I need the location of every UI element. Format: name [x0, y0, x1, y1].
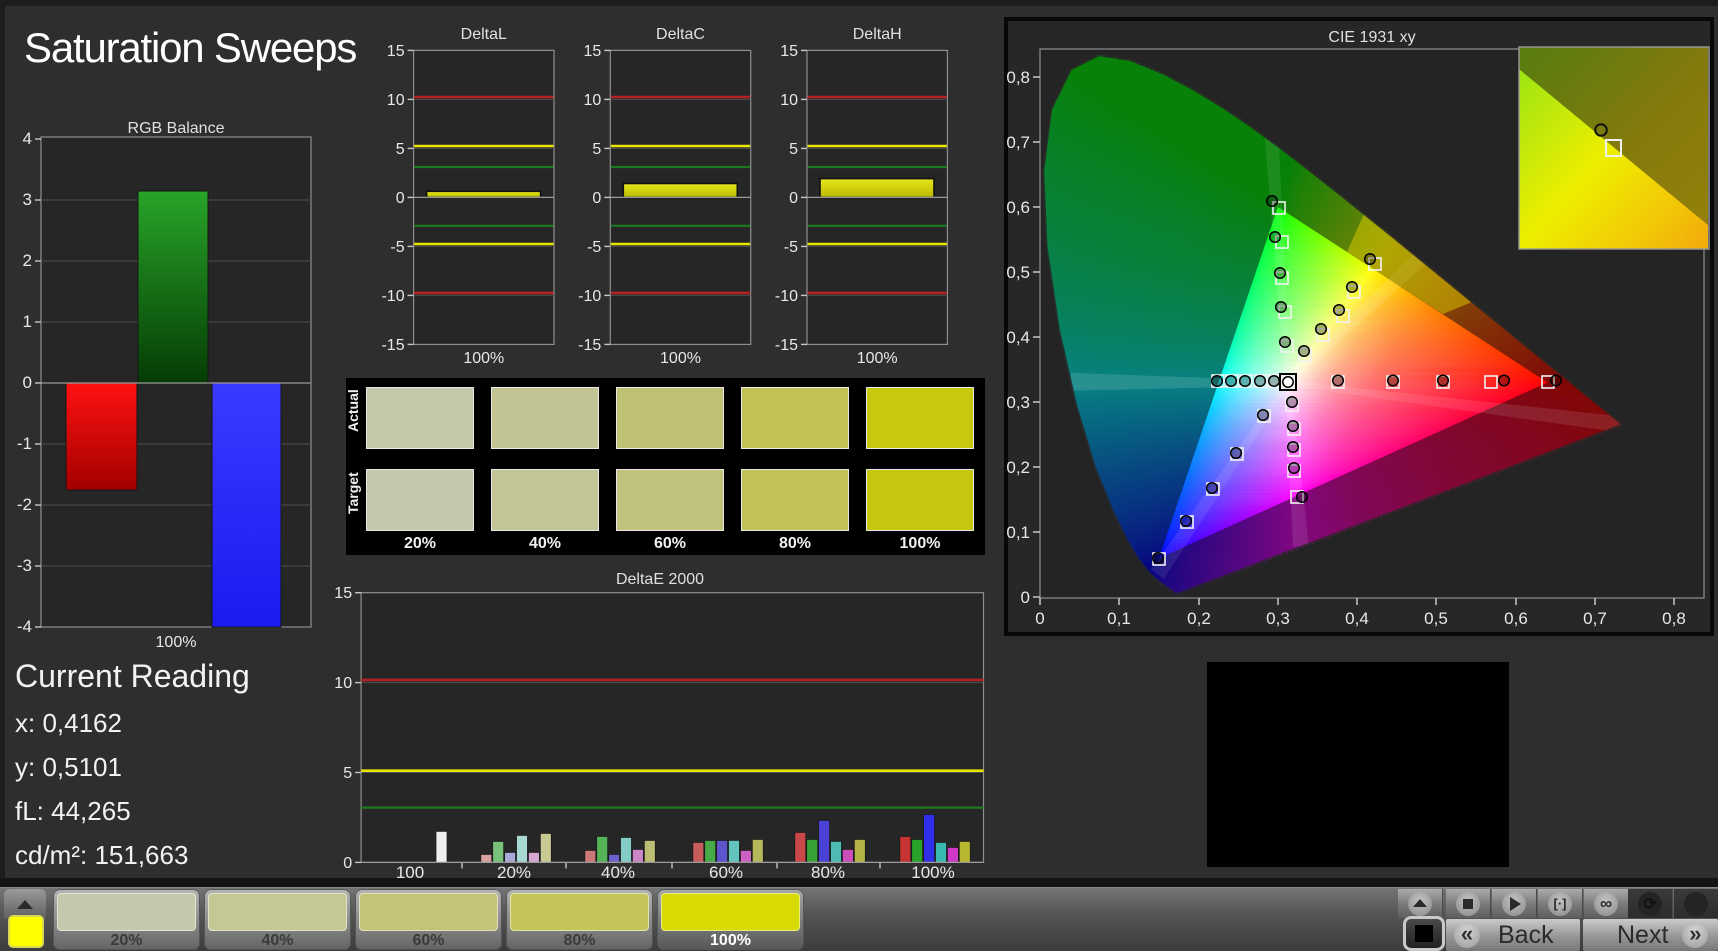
svg-text:DeltaL: DeltaL — [461, 26, 507, 43]
svg-text:5: 5 — [592, 141, 601, 158]
svg-text:2: 2 — [23, 251, 32, 270]
svg-text:1: 1 — [23, 312, 32, 331]
svg-text:-4: -4 — [17, 617, 32, 636]
svg-text:100%: 100% — [857, 350, 898, 367]
svg-text:0,3: 0,3 — [1266, 609, 1290, 628]
svg-text:-15: -15 — [578, 337, 601, 354]
svg-text:DeltaH: DeltaH — [853, 26, 902, 43]
svg-text:0: 0 — [1035, 609, 1044, 628]
svg-text:0,3: 0,3 — [1006, 393, 1030, 412]
svg-text:-15: -15 — [775, 337, 798, 354]
svg-text:10: 10 — [387, 92, 405, 109]
svg-text:-5: -5 — [587, 239, 601, 256]
svg-text:0: 0 — [1021, 588, 1030, 607]
svg-text:0,7: 0,7 — [1006, 133, 1030, 152]
svg-text:-3: -3 — [17, 556, 32, 575]
svg-text:5: 5 — [789, 141, 798, 158]
svg-text:0: 0 — [592, 190, 601, 207]
svg-text:3: 3 — [23, 190, 32, 209]
svg-text:-15: -15 — [381, 337, 404, 354]
svg-text:0: 0 — [23, 373, 32, 392]
svg-text:RGB Balance: RGB Balance — [128, 120, 225, 137]
svg-text:15: 15 — [387, 43, 405, 60]
svg-text:-10: -10 — [578, 288, 601, 305]
svg-text:0: 0 — [396, 190, 405, 207]
svg-text:0: 0 — [789, 190, 798, 207]
svg-text:-5: -5 — [784, 239, 798, 256]
svg-text:0,6: 0,6 — [1504, 609, 1528, 628]
svg-text:0,1: 0,1 — [1006, 523, 1030, 542]
svg-text:DeltaE 2000: DeltaE 2000 — [616, 571, 704, 588]
svg-text:-2: -2 — [17, 495, 32, 514]
svg-text:5: 5 — [396, 141, 405, 158]
svg-text:100%: 100% — [156, 634, 197, 651]
svg-text:15: 15 — [334, 585, 352, 602]
svg-text:0,8: 0,8 — [1006, 68, 1030, 87]
svg-text:4: 4 — [23, 129, 32, 148]
svg-text:15: 15 — [780, 43, 798, 60]
svg-text:0,2: 0,2 — [1187, 609, 1211, 628]
svg-text:10: 10 — [584, 92, 602, 109]
svg-text:0,8: 0,8 — [1662, 609, 1686, 628]
svg-text:0,1: 0,1 — [1107, 609, 1131, 628]
svg-text:0: 0 — [343, 855, 352, 872]
svg-text:-1: -1 — [17, 434, 32, 453]
svg-text:DeltaC: DeltaC — [656, 26, 705, 43]
svg-text:0,7: 0,7 — [1583, 609, 1607, 628]
svg-text:-10: -10 — [775, 288, 798, 305]
svg-text:0,5: 0,5 — [1424, 609, 1448, 628]
svg-text:0,6: 0,6 — [1006, 198, 1030, 217]
svg-text:5: 5 — [343, 765, 352, 782]
svg-text:CIE 1931 xy: CIE 1931 xy — [1328, 29, 1415, 46]
svg-text:0,5: 0,5 — [1006, 263, 1030, 282]
svg-text:-5: -5 — [390, 239, 404, 256]
svg-text:0,2: 0,2 — [1006, 458, 1030, 477]
svg-text:-10: -10 — [381, 288, 404, 305]
svg-text:0,4: 0,4 — [1345, 609, 1369, 628]
svg-text:15: 15 — [584, 43, 602, 60]
svg-text:100%: 100% — [660, 350, 701, 367]
svg-text:100%: 100% — [463, 350, 504, 367]
svg-text:10: 10 — [334, 675, 352, 692]
svg-text:0,4: 0,4 — [1006, 328, 1030, 347]
svg-text:10: 10 — [780, 92, 798, 109]
